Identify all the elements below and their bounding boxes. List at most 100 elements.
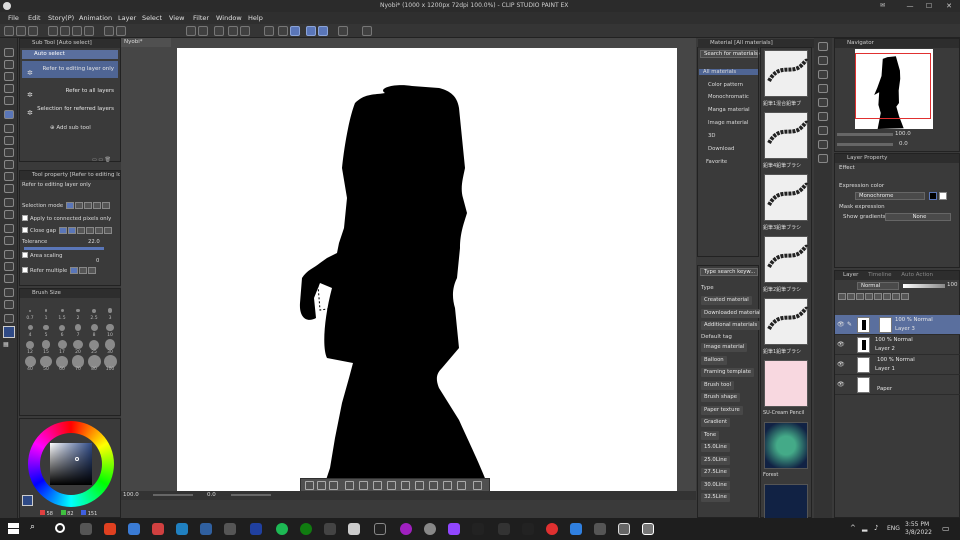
brush-size-preset[interactable]: 25 [86,339,102,356]
new-raster-layer-icon[interactable] [838,293,846,300]
tree-download[interactable]: Download [708,146,734,152]
ruler-layer-icon[interactable] [892,293,900,300]
spotify-icon[interactable] [276,523,288,535]
app-icon-8[interactable] [374,523,386,535]
new-folder-icon[interactable] [856,293,864,300]
learn-icon[interactable] [84,26,94,36]
navigator-rotate-slider[interactable] [837,143,893,146]
app-icon-13[interactable] [546,523,558,535]
area-scaling-checkbox[interactable] [22,251,28,258]
brush-size-preset[interactable]: 2.5 [86,305,102,322]
app-icon-9[interactable] [400,523,412,535]
invert-selection-icon[interactable] [240,26,250,36]
stabilization-icon[interactable] [306,26,316,36]
app-icon-6[interactable] [324,523,336,535]
panel-icon-3[interactable] [818,70,828,79]
brush-size-preset[interactable]: 100 [102,355,118,373]
app-icon-11[interactable] [472,523,484,535]
menu-help[interactable]: Help [248,14,263,22]
maximize-button[interactable]: ☐ [924,1,934,11]
app-icon-10[interactable] [424,523,436,535]
zoom-slider[interactable] [153,494,193,496]
gallery-icon[interactable] [72,26,82,36]
move-tool-icon[interactable] [4,84,14,93]
close-button[interactable]: ✕ [944,1,954,11]
panel-icon-6[interactable] [818,112,828,121]
material-thumbnail[interactable] [764,298,809,345]
gap-level-1[interactable] [58,227,67,234]
subtool-selection-referred[interactable]: ✲ Selection for referred layers [22,101,118,118]
brush-size-preset[interactable]: 4 [22,322,38,339]
pen-tool-icon[interactable] [4,136,14,145]
language-indicator[interactable]: ENG [887,525,900,532]
brave-browser-icon[interactable] [104,523,116,535]
brush-tool-icon[interactable] [4,160,14,169]
open-icon[interactable] [16,26,26,36]
delete-layer-icon[interactable] [901,293,909,300]
tree-all-materials[interactable]: All materials [699,69,758,75]
scale-icon[interactable] [429,481,438,490]
brush-size-preset[interactable]: 20 [70,339,86,356]
frame-tool-icon[interactable] [4,262,14,271]
type-tag[interactable]: Created material [701,296,752,305]
eyedropper-tool-icon[interactable] [4,124,14,133]
material-thumbnail[interactable] [764,174,809,221]
zoom-tool-icon[interactable] [4,48,14,57]
settings-icon[interactable] [362,26,372,36]
expand-selection-icon[interactable] [345,481,354,490]
app-icon-15[interactable] [594,523,606,535]
app-icon-4[interactable] [224,523,236,535]
clear-icon[interactable] [104,26,114,36]
tab-layer[interactable]: Layer [843,272,858,278]
balloon-tool-icon[interactable] [4,300,14,309]
menu-filter[interactable]: Filter [193,14,209,22]
default-tag[interactable]: 27.5Line [701,468,730,477]
auto-select-tool-icon[interactable] [4,110,14,119]
clip-studio-taskbar-icon[interactable] [618,523,630,535]
menu-window[interactable]: Window [216,14,242,22]
tree-monochromatic[interactable]: Monochromatic [708,94,749,100]
add-selection-icon[interactable] [74,202,83,209]
default-tag[interactable]: Paper texture [701,405,743,415]
selection-tool-icon[interactable] [4,96,14,105]
brush-size-preset[interactable]: 0.7 [22,305,38,322]
menu-view[interactable]: View [169,14,184,22]
default-tag[interactable]: 15.0Line [701,443,730,452]
eraser-tool-icon[interactable] [4,198,14,207]
text-tool-icon[interactable] [4,288,14,297]
epic-games-icon[interactable] [498,523,510,535]
brush-size-preset[interactable]: 1.5 [54,305,70,322]
pressure-icon[interactable] [318,26,328,36]
transform-icon[interactable] [264,26,274,36]
brush-size-preset[interactable]: 15 [38,339,54,356]
layer-row-layer2[interactable]: 👁 100 % Normal Layer 2 [835,335,960,355]
minimize-button[interactable]: — [905,1,915,11]
app-icon-5[interactable] [250,523,262,535]
task-view-icon[interactable] [80,523,92,535]
hand-tool-icon[interactable] [4,60,14,69]
brush-size-preset[interactable]: 3 [102,305,118,322]
show-gradients-dropdown[interactable]: None [885,213,951,221]
default-tag[interactable]: Tone [701,430,720,440]
edge-icon[interactable] [128,523,140,535]
gap-level-3[interactable] [76,227,85,234]
navigator-angle-value[interactable]: 0.0 [899,141,908,147]
brush-size-preset[interactable]: 2 [70,305,86,322]
material-thumbnail[interactable] [764,360,808,407]
layer-opacity-value[interactable]: 100 [947,282,958,288]
deselect-icon[interactable] [228,26,238,36]
default-tag[interactable]: 25.0Line [701,455,730,465]
clip-studio-icon[interactable] [48,26,58,36]
figure-tool-icon[interactable] [4,250,14,259]
tab-auto-action[interactable]: Auto Action [901,272,933,278]
transparent-color-icon[interactable]: ▦ [3,341,9,348]
search-icon[interactable]: ⌕ [30,522,35,532]
menu-file[interactable]: File [8,14,19,22]
tray-chevron-icon[interactable]: ^ [850,524,856,532]
refer-all-icon[interactable] [70,267,79,274]
subtract-selection-icon[interactable] [83,202,92,209]
default-tag[interactable]: Image material [701,343,748,352]
panel-icon-2[interactable] [818,56,828,65]
default-tag[interactable]: Framing template [701,368,755,377]
delete-icon[interactable] [116,26,126,36]
